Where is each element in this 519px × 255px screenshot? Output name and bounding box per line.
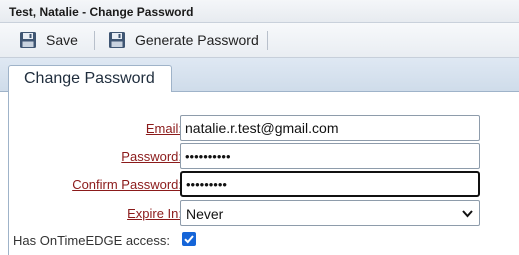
email-row: Email: xyxy=(9,115,519,141)
floppy-disk-icon xyxy=(109,32,125,48)
generate-password-label: Generate Password xyxy=(135,32,259,48)
chevron-down-icon xyxy=(462,210,473,218)
expire-in-value: Never xyxy=(186,206,224,222)
tab-change-password[interactable]: Change Password xyxy=(8,65,172,93)
confirm-password-field[interactable] xyxy=(180,171,480,197)
floppy-disk-icon xyxy=(20,32,36,48)
toolbar-separator xyxy=(267,31,268,50)
tab-label: Change Password xyxy=(24,70,155,87)
expire-in-row: Expire In: Never xyxy=(9,200,519,226)
ontimeedge-access-checkbox[interactable] xyxy=(182,232,196,246)
email-field[interactable] xyxy=(180,115,480,141)
password-label[interactable]: Password: xyxy=(121,149,182,164)
ontimeedge-access-label: Has OnTimeEDGE access: xyxy=(13,233,171,248)
expire-in-select[interactable]: Never xyxy=(180,200,480,226)
toolbar-separator xyxy=(94,31,95,50)
change-password-form: Email: Password: Confirm Password: Expir… xyxy=(8,92,519,255)
title-bar: Test, Natalie - Change Password xyxy=(0,0,519,23)
ontimeedge-access-row: Has OnTimeEDGE access: xyxy=(9,227,519,253)
password-field[interactable] xyxy=(180,143,480,169)
window-title: Test, Natalie - Change Password xyxy=(9,5,194,19)
check-icon xyxy=(184,235,194,244)
confirm-password-label[interactable]: Confirm Password: xyxy=(72,177,182,192)
expire-in-label[interactable]: Expire In: xyxy=(127,206,182,221)
confirm-password-row: Confirm Password: xyxy=(9,171,519,197)
toolbar: Save Generate Password xyxy=(0,23,519,58)
save-button[interactable]: Save xyxy=(19,29,78,51)
tab-strip: Change Password xyxy=(0,58,519,93)
password-row: Password: xyxy=(9,143,519,169)
email-label[interactable]: Email: xyxy=(146,121,182,136)
generate-password-button[interactable]: Generate Password xyxy=(108,29,259,51)
save-label: Save xyxy=(46,32,78,48)
